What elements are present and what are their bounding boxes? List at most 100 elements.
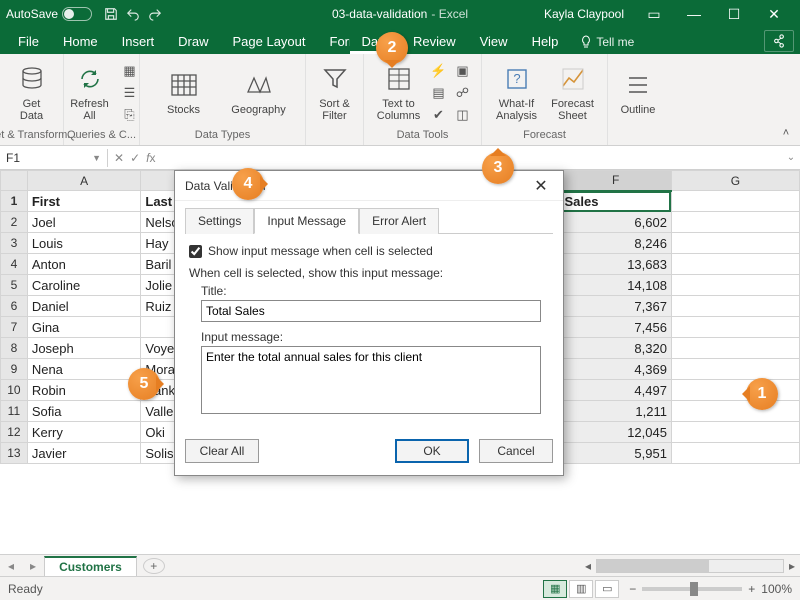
cell[interactable]: 5,951 <box>560 443 671 464</box>
cell[interactable] <box>671 275 799 296</box>
enter-fx-icon[interactable]: ✓ <box>130 151 140 165</box>
horizontal-scrollbar[interactable]: ◂▸ <box>580 559 800 573</box>
cancel-fx-icon[interactable]: ✕ <box>114 151 124 165</box>
geography-button[interactable]: Geography <box>221 60 297 126</box>
dialog-close-icon[interactable]: ✕ <box>529 176 553 196</box>
consolidate-icon[interactable]: ▣ <box>452 61 474 81</box>
row-header[interactable]: 9 <box>1 359 28 380</box>
dialog-tab-input-message[interactable]: Input Message <box>254 208 359 234</box>
cell[interactable]: First <box>27 191 141 212</box>
zoom-level[interactable]: 100% <box>761 582 792 596</box>
row-header[interactable]: 13 <box>1 443 28 464</box>
show-message-checkbox[interactable]: Show input message when cell is selected <box>189 244 549 258</box>
cell[interactable] <box>671 443 799 464</box>
row-header[interactable]: 10 <box>1 380 28 401</box>
cell[interactable]: Gina <box>27 317 141 338</box>
cell[interactable]: Sofia <box>27 401 141 422</box>
remove-dup-icon[interactable]: ▤ <box>428 83 450 103</box>
cell[interactable]: 1,211 <box>560 401 671 422</box>
cell[interactable]: Joseph <box>27 338 141 359</box>
cell[interactable] <box>671 296 799 317</box>
user-name[interactable]: Kayla Claypool <box>544 7 624 21</box>
data-validation-icon[interactable]: ✔ <box>428 105 450 125</box>
outline-button[interactable]: Outline <box>611 60 665 126</box>
cell[interactable] <box>671 212 799 233</box>
stocks-button[interactable]: Stocks <box>149 60 219 126</box>
row-header[interactable]: 3 <box>1 233 28 254</box>
expand-formula-icon[interactable]: ⌄ <box>782 152 800 163</box>
cell[interactable]: Nena <box>27 359 141 380</box>
cell[interactable] <box>671 338 799 359</box>
view-normal-icon[interactable]: ▦ <box>543 580 567 598</box>
tell-me[interactable]: Tell me <box>570 30 644 54</box>
share-button[interactable] <box>764 30 794 52</box>
cell[interactable] <box>671 191 799 212</box>
sort-filter-button[interactable]: Sort & Filter <box>308 60 362 126</box>
forecast-sheet-button[interactable]: Forecast Sheet <box>546 60 600 126</box>
cell[interactable]: Joel <box>27 212 141 233</box>
tab-file[interactable]: File <box>6 29 51 54</box>
view-page-break-icon[interactable]: ▭ <box>595 580 619 598</box>
message-textarea[interactable]: Enter the total annual sales for this cl… <box>201 346 541 414</box>
row-header[interactable]: 5 <box>1 275 28 296</box>
cell[interactable]: Robin <box>27 380 141 401</box>
cell[interactable] <box>671 359 799 380</box>
tab-help[interactable]: Help <box>520 29 571 54</box>
cell[interactable] <box>671 317 799 338</box>
dialog-tab-settings[interactable]: Settings <box>185 208 254 234</box>
refresh-all-button[interactable]: Refresh All <box>63 60 117 126</box>
queries-icon[interactable]: ▦ <box>119 61 141 81</box>
row-header[interactable]: 2 <box>1 212 28 233</box>
row-header[interactable]: 8 <box>1 338 28 359</box>
close-icon[interactable]: ✕ <box>754 0 794 28</box>
tab-home[interactable]: Home <box>51 29 110 54</box>
cell[interactable]: 7,456 <box>560 317 671 338</box>
sheet-tab[interactable]: Customers <box>44 556 137 576</box>
properties-icon[interactable]: ☰ <box>119 83 141 103</box>
cell[interactable]: Anton <box>27 254 141 275</box>
cell[interactable]: 4,497 <box>560 380 671 401</box>
data-model-icon[interactable]: ◫ <box>452 105 474 125</box>
redo-icon[interactable] <box>146 5 164 23</box>
get-data-button[interactable]: Get Data <box>5 60 59 126</box>
cell[interactable]: Caroline <box>27 275 141 296</box>
title-input[interactable] <box>201 300 541 322</box>
autosave-toggle[interactable]: AutoSave <box>6 7 92 21</box>
row-header[interactable]: 11 <box>1 401 28 422</box>
zoom-slider[interactable] <box>642 587 742 591</box>
dialog-tab-error-alert[interactable]: Error Alert <box>359 208 439 234</box>
tab-page-layout[interactable]: Page Layout <box>221 29 318 54</box>
zoom-out-icon[interactable]: − <box>629 582 636 596</box>
tab-formulas[interactable]: Formulas <box>318 29 350 54</box>
tab-view[interactable]: View <box>468 29 520 54</box>
row-header[interactable]: 1 <box>1 191 28 212</box>
cell[interactable] <box>671 422 799 443</box>
cell[interactable] <box>671 254 799 275</box>
cell[interactable]: Javier <box>27 443 141 464</box>
flash-fill-icon[interactable]: ⚡ <box>428 61 450 81</box>
tab-nav-prev-icon[interactable]: ◂ <box>0 559 22 573</box>
clear-all-button[interactable]: Clear All <box>185 439 259 463</box>
maximize-icon[interactable]: ☐ <box>714 0 754 28</box>
cell[interactable] <box>671 401 799 422</box>
formula-input[interactable] <box>161 156 782 160</box>
row-header[interactable]: 12 <box>1 422 28 443</box>
cell[interactable]: Kerry <box>27 422 141 443</box>
col-header[interactable]: A <box>27 171 141 191</box>
minimize-icon[interactable]: — <box>674 0 714 28</box>
cell[interactable]: 12,045 <box>560 422 671 443</box>
tab-draw[interactable]: Draw <box>166 29 220 54</box>
view-page-layout-icon[interactable]: ▥ <box>569 580 593 598</box>
ok-button[interactable]: OK <box>395 439 469 463</box>
cell[interactable]: 8,246 <box>560 233 671 254</box>
cell[interactable] <box>671 233 799 254</box>
cell[interactable]: 13,683 <box>560 254 671 275</box>
edit-links-icon[interactable]: ⎘ <box>119 105 141 125</box>
cell[interactable]: 7,367 <box>560 296 671 317</box>
cell[interactable]: 6,602 <box>560 212 671 233</box>
what-if-button[interactable]: ? What-If Analysis <box>490 60 544 126</box>
col-header[interactable]: G <box>671 171 799 191</box>
cell[interactable]: 4,369 <box>560 359 671 380</box>
cell[interactable]: Daniel <box>27 296 141 317</box>
zoom-control[interactable]: − + 100% <box>629 582 792 596</box>
